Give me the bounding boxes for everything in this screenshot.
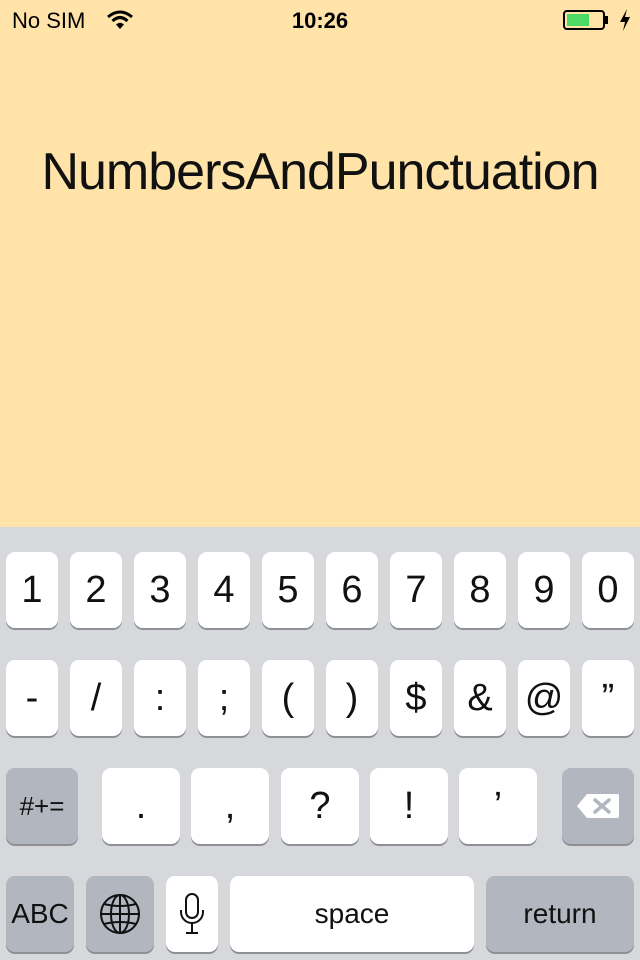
key-4[interactable]: 4 xyxy=(198,552,250,628)
key-period[interactable]: . xyxy=(102,768,180,844)
key-1[interactable]: 1 xyxy=(6,552,58,628)
key-at[interactable]: @ xyxy=(518,660,570,736)
key-8[interactable]: 8 xyxy=(454,552,506,628)
key-comma[interactable]: , xyxy=(191,768,269,844)
more-symbols-key[interactable]: #+= xyxy=(6,768,78,844)
space-key[interactable]: space xyxy=(230,876,474,952)
microphone-icon xyxy=(180,893,204,934)
key-dollar[interactable]: $ xyxy=(390,660,442,736)
delete-key[interactable] xyxy=(562,768,634,844)
key-0[interactable]: 0 xyxy=(582,552,634,628)
key-exclamation[interactable]: ! xyxy=(370,768,448,844)
status-bar: No SIM 10:26 xyxy=(0,0,640,40)
key-question[interactable]: ? xyxy=(281,768,359,844)
key-colon[interactable]: : xyxy=(134,660,186,736)
key-apostrophe[interactable]: ’ xyxy=(459,768,537,844)
return-key[interactable]: return xyxy=(486,876,634,952)
key-6[interactable]: 6 xyxy=(326,552,378,628)
key-hyphen[interactable]: - xyxy=(6,660,58,736)
key-ampersand[interactable]: & xyxy=(454,660,506,736)
page-title: NumbersAndPunctuation xyxy=(41,143,599,201)
key-5[interactable]: 5 xyxy=(262,552,314,628)
key-7[interactable]: 7 xyxy=(390,552,442,628)
delete-icon xyxy=(577,794,619,818)
globe-icon xyxy=(100,894,140,934)
key-open-paren[interactable]: ( xyxy=(262,660,314,736)
key-semicolon[interactable]: ; xyxy=(198,660,250,736)
dictation-key[interactable] xyxy=(166,876,218,952)
key-9[interactable]: 9 xyxy=(518,552,570,628)
key-slash[interactable]: / xyxy=(70,660,122,736)
charging-icon xyxy=(620,9,630,31)
globe-key[interactable] xyxy=(86,876,154,952)
status-time: 10:26 xyxy=(291,8,349,33)
key-2[interactable]: 2 xyxy=(70,552,122,628)
keyboard: 1 2 3 4 5 6 7 8 9 0 - / : ; ( ) $ & @ ” … xyxy=(0,527,640,960)
battery-icon xyxy=(563,10,608,30)
key-close-paren[interactable]: ) xyxy=(326,660,378,736)
key-3[interactable]: 3 xyxy=(134,552,186,628)
key-quote[interactable]: ” xyxy=(582,660,634,736)
abc-key[interactable]: ABC xyxy=(6,876,74,952)
